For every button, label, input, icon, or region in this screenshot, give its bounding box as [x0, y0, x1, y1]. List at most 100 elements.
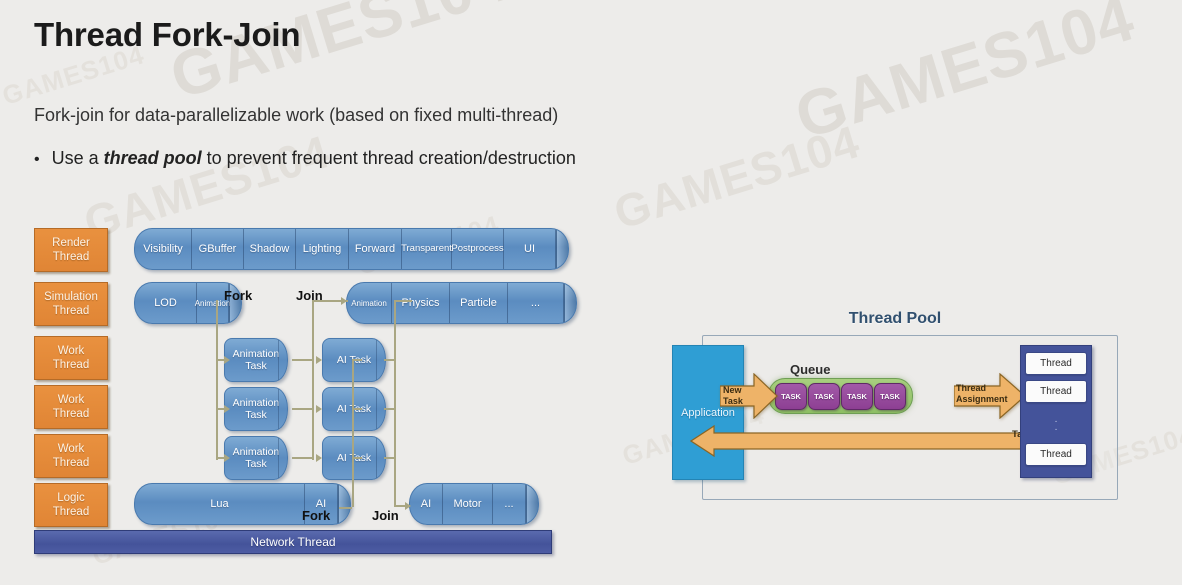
thread-label-line2: Thread — [52, 251, 90, 263]
logic-thread-row-post-join: AI Motor... — [409, 483, 539, 525]
task-segment: Shadow — [244, 229, 296, 269]
thread-label-line1: Simulation — [44, 291, 98, 303]
thread-label-line1: Logic — [57, 492, 85, 504]
queued-task-chip: TASK — [841, 382, 873, 410]
network-thread-bar: Network Thread — [34, 530, 552, 554]
task-segment: Forward — [349, 229, 402, 269]
task-segment: Particle — [450, 283, 508, 323]
thread-label-line1: Work — [57, 345, 85, 357]
bullet-text: Use a thread pool to prevent frequent th… — [52, 148, 576, 169]
connector-line — [394, 300, 396, 460]
task-segment: Lighting — [296, 229, 349, 269]
animation-task-box: Animation Task — [224, 387, 288, 431]
connector-line — [292, 359, 312, 361]
thread-label-line1: Render — [52, 237, 90, 249]
thread-label-line1: Work — [57, 394, 85, 406]
animation-task-box: Animation Task — [224, 436, 288, 480]
fork-join-label: Fork — [224, 288, 253, 303]
fork-join-label: Join — [372, 508, 399, 523]
task-cylinder: Animation Physics Particle... — [346, 282, 577, 324]
thread-label-work: Work Thread — [34, 434, 108, 478]
cylinder-end-cap — [338, 484, 350, 524]
simulation-thread-row-post-join: Animation Physics Particle... — [346, 282, 577, 324]
task-segment: Transparent — [401, 229, 452, 269]
connector-line — [292, 457, 312, 459]
task-queue: TASK TASK TASK TASK — [768, 378, 913, 414]
bullet-marker: • — [34, 151, 40, 168]
task-segment: AI — [410, 484, 443, 524]
pool-ellipsis: · · — [1054, 415, 1058, 435]
thread-label-line2: Thread — [52, 506, 90, 518]
connector-arrowhead — [224, 356, 230, 364]
bullet-suffix: to prevent frequent thread creation/dest… — [201, 148, 576, 168]
watermark-text: GAMES104 — [607, 115, 866, 239]
connector-line — [352, 359, 362, 361]
queued-task-chip: TASK — [808, 382, 840, 410]
thread-label-logic: Logic Thread — [34, 483, 108, 527]
connector-line — [216, 300, 218, 460]
task-segment: Animation — [347, 283, 392, 323]
thread-assignment-caption: Thread Assignment — [956, 383, 1008, 404]
animation-task-box: Animation Task — [224, 338, 288, 382]
thread-label-line1: Work — [57, 443, 85, 455]
fork-join-timeline-diagram: Render Thread Simulation Thread Work Thread Wo… — [34, 228, 614, 558]
task-segment: ... — [508, 283, 564, 323]
page-title: Thread Fork-Join — [34, 16, 301, 53]
task-segment: Physics — [392, 283, 450, 323]
thread-label-line2: Thread — [52, 457, 90, 469]
fork-join-label: Fork — [302, 508, 331, 523]
connector-line — [352, 457, 362, 459]
thread-label-line2: Thread — [52, 359, 90, 371]
connector-arrowhead — [405, 502, 411, 510]
thread-label-simulation: Simulation Thread — [34, 282, 108, 326]
watermark-text: GAMES104 — [787, 0, 1143, 153]
connector-arrowhead — [224, 405, 230, 413]
connector-line — [292, 408, 312, 410]
thread-pool-title: Thread Pool — [848, 310, 942, 327]
cylinder-end-cap — [556, 229, 568, 269]
task-box-line1: Animation — [232, 348, 280, 360]
pool-thread-chip: Thread — [1025, 352, 1087, 375]
connector-line — [352, 359, 354, 507]
connector-line — [394, 460, 396, 505]
bullet-emphasis: thread pool — [103, 148, 202, 168]
cylinder-end-cap — [526, 484, 538, 524]
thread-label-render: Render Thread — [34, 228, 108, 272]
render-thread-row: Visibility GBuffer Shadow Lighting Forward Tr… — [134, 228, 569, 270]
task-box-line2: Task — [245, 360, 267, 372]
connector-arrowhead — [341, 297, 347, 305]
thread-pool-workers: Thread Thread · · Thread — [1020, 345, 1092, 478]
thread-label-line2: Thread — [52, 305, 90, 317]
fork-join-label: Join — [296, 288, 323, 303]
connector-arrowhead — [224, 454, 230, 462]
connector-line — [384, 359, 394, 361]
network-thread-label: Network Thread — [250, 535, 336, 549]
task-cylinder: Visibility GBuffer Shadow Lighting Forward Tr… — [134, 228, 569, 270]
task-segment: Postprocess — [451, 229, 504, 269]
queue-label: Queue — [790, 362, 831, 377]
connector-arrowhead — [316, 454, 322, 462]
task-segment: Lua — [135, 484, 305, 524]
connector-arrowhead — [316, 405, 322, 413]
connector-arrowhead — [316, 356, 322, 364]
task-segment: Visibility — [135, 229, 192, 269]
pool-thread-chip: Thread — [1025, 380, 1087, 403]
task-cylinder: AI Motor... — [409, 483, 539, 525]
pool-thread-chip: Thread — [1025, 443, 1087, 466]
thread-label-work: Work Thread — [34, 336, 108, 380]
connector-line — [312, 300, 314, 460]
cylinder-end-cap — [564, 283, 576, 323]
connector-line — [384, 408, 394, 410]
task-segment: UI — [504, 229, 556, 269]
task-segment: LOD — [135, 283, 197, 323]
slide-subtitle: Fork-join for data-parallelizable work (… — [34, 105, 559, 125]
connector-line — [384, 457, 394, 459]
connector-line — [394, 300, 412, 302]
task-segment: Motor — [443, 484, 493, 524]
connector-line — [352, 408, 362, 410]
task-box-line1: Animation — [232, 446, 280, 458]
task-segment: GBuffer — [192, 229, 244, 269]
task-box-line1: Animation — [232, 397, 280, 409]
queued-task-chip: TASK — [775, 382, 807, 410]
thread-pool-diagram: Thread Pool Application Queue TASK TASK TA… — [660, 305, 1130, 505]
